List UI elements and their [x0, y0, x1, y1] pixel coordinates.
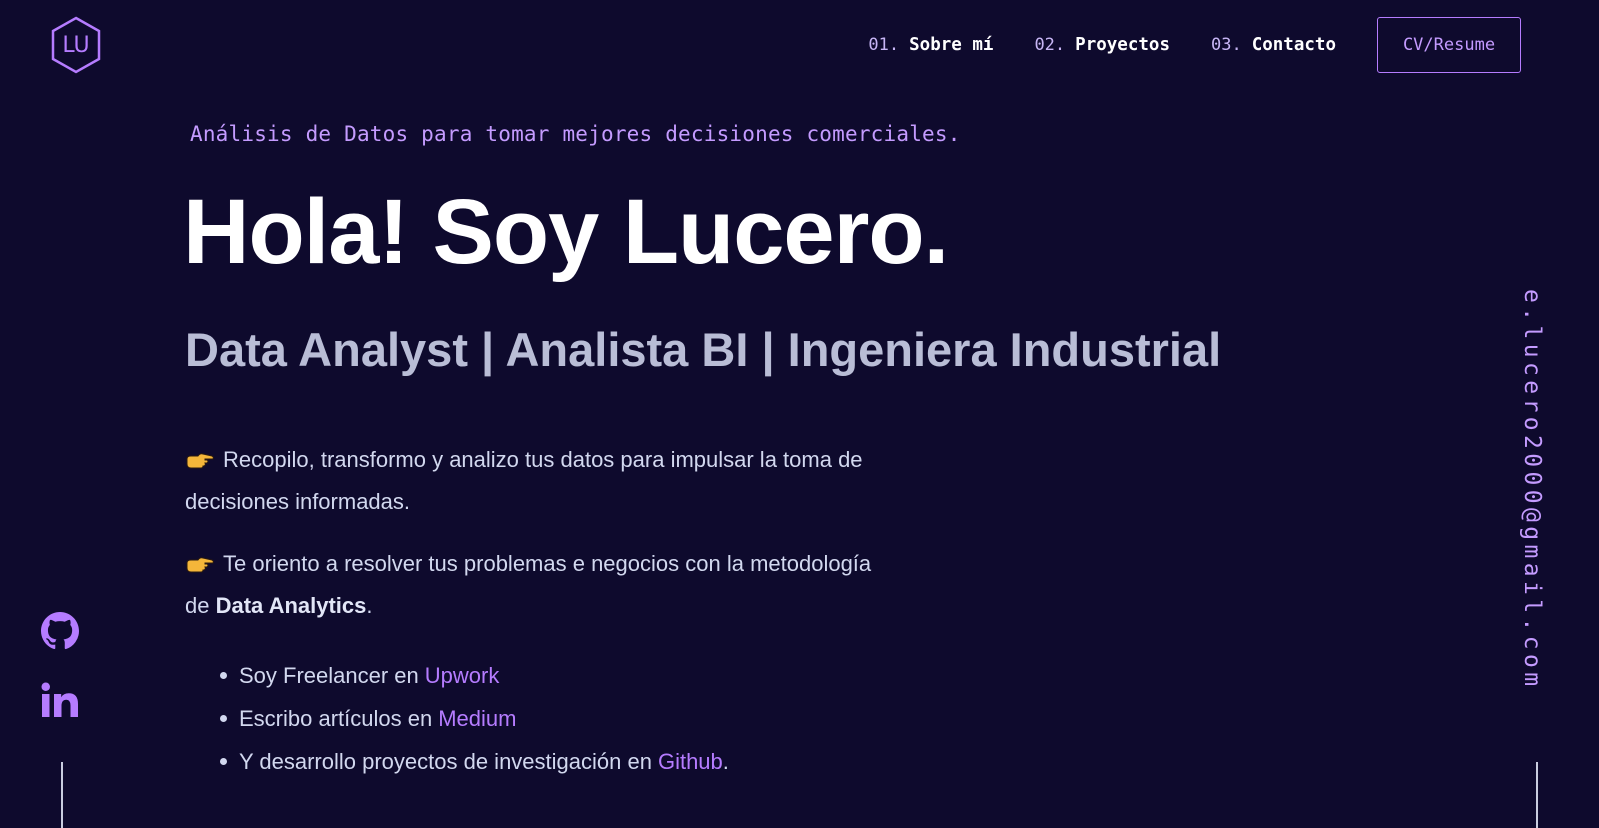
nav-item-contacto[interactable]: 03. Contacto	[1211, 35, 1336, 55]
list-item-text: Soy Freelancer en	[239, 663, 419, 688]
top-nav: 01. Sobre mí 02. Proyectos 03. Contacto …	[868, 16, 1521, 74]
highlights-list: Soy Freelancer en Upwork Escribo artícul…	[220, 654, 729, 783]
pointing-hand-icon	[186, 453, 214, 469]
bullet-dot	[220, 672, 227, 679]
email-link[interactable]: e.lucero2000@gmail.com	[1519, 289, 1545, 690]
list-item-text: Escribo artículos en	[239, 706, 433, 731]
logo[interactable]: LU	[50, 16, 102, 74]
logo-text: LU	[62, 32, 90, 58]
upwork-link[interactable]: Upwork	[425, 654, 500, 697]
right-divider-line	[1536, 762, 1538, 828]
nav-item-label: Contacto	[1251, 35, 1336, 55]
nav-item-sobre-mi[interactable]: 01. Sobre mí	[868, 35, 993, 55]
intro-paragraph-2-end: .	[366, 593, 373, 618]
list-item-suffix: .	[722, 749, 729, 774]
intro-paragraph-1: Recopilo, transformo y analizo tus datos…	[185, 439, 885, 523]
nav-item-number: 02.	[1034, 35, 1066, 55]
nav-item-label: Sobre mí	[909, 35, 994, 55]
hero-tagline: Análisis de Datos para tomar mejores dec…	[190, 122, 961, 146]
github-icon[interactable]	[41, 612, 79, 650]
nav-item-number: 03.	[1210, 35, 1242, 55]
nav-item-proyectos[interactable]: 02. Proyectos	[1034, 35, 1170, 55]
nav-item-number: 01.	[868, 35, 900, 55]
page: LU 01. Sobre mí 02. Proyectos 03. Contac…	[0, 0, 1599, 828]
list-item-text: Y desarrollo proyectos de investigación …	[239, 749, 652, 774]
bullet-dot	[220, 715, 227, 722]
intro-paragraph-2: Te oriento a resolver tus problemas e ne…	[185, 543, 885, 627]
list-item: Y desarrollo proyectos de investigación …	[220, 740, 729, 783]
intro-paragraph-1-text: Recopilo, transformo y analizo tus datos…	[185, 447, 863, 514]
hero-subtitle: Data Analyst | Analista BI | Ingeniera I…	[185, 323, 1222, 376]
cv-resume-button[interactable]: CV/Resume	[1377, 17, 1521, 73]
github-link[interactable]: Github	[658, 740, 723, 783]
hero-title: Hola! Soy Lucero.	[183, 181, 949, 283]
list-item: Soy Freelancer en Upwork	[220, 654, 729, 697]
bullet-dot	[220, 758, 227, 765]
medium-link[interactable]: Medium	[438, 697, 516, 740]
left-divider-line	[61, 762, 63, 828]
nav-item-label: Proyectos	[1075, 35, 1170, 55]
list-item: Escribo artículos en Medium	[220, 697, 729, 740]
pointing-hand-icon	[186, 557, 214, 573]
intro-paragraph-2-bold: Data Analytics	[215, 593, 367, 618]
linkedin-icon[interactable]	[41, 682, 79, 718]
